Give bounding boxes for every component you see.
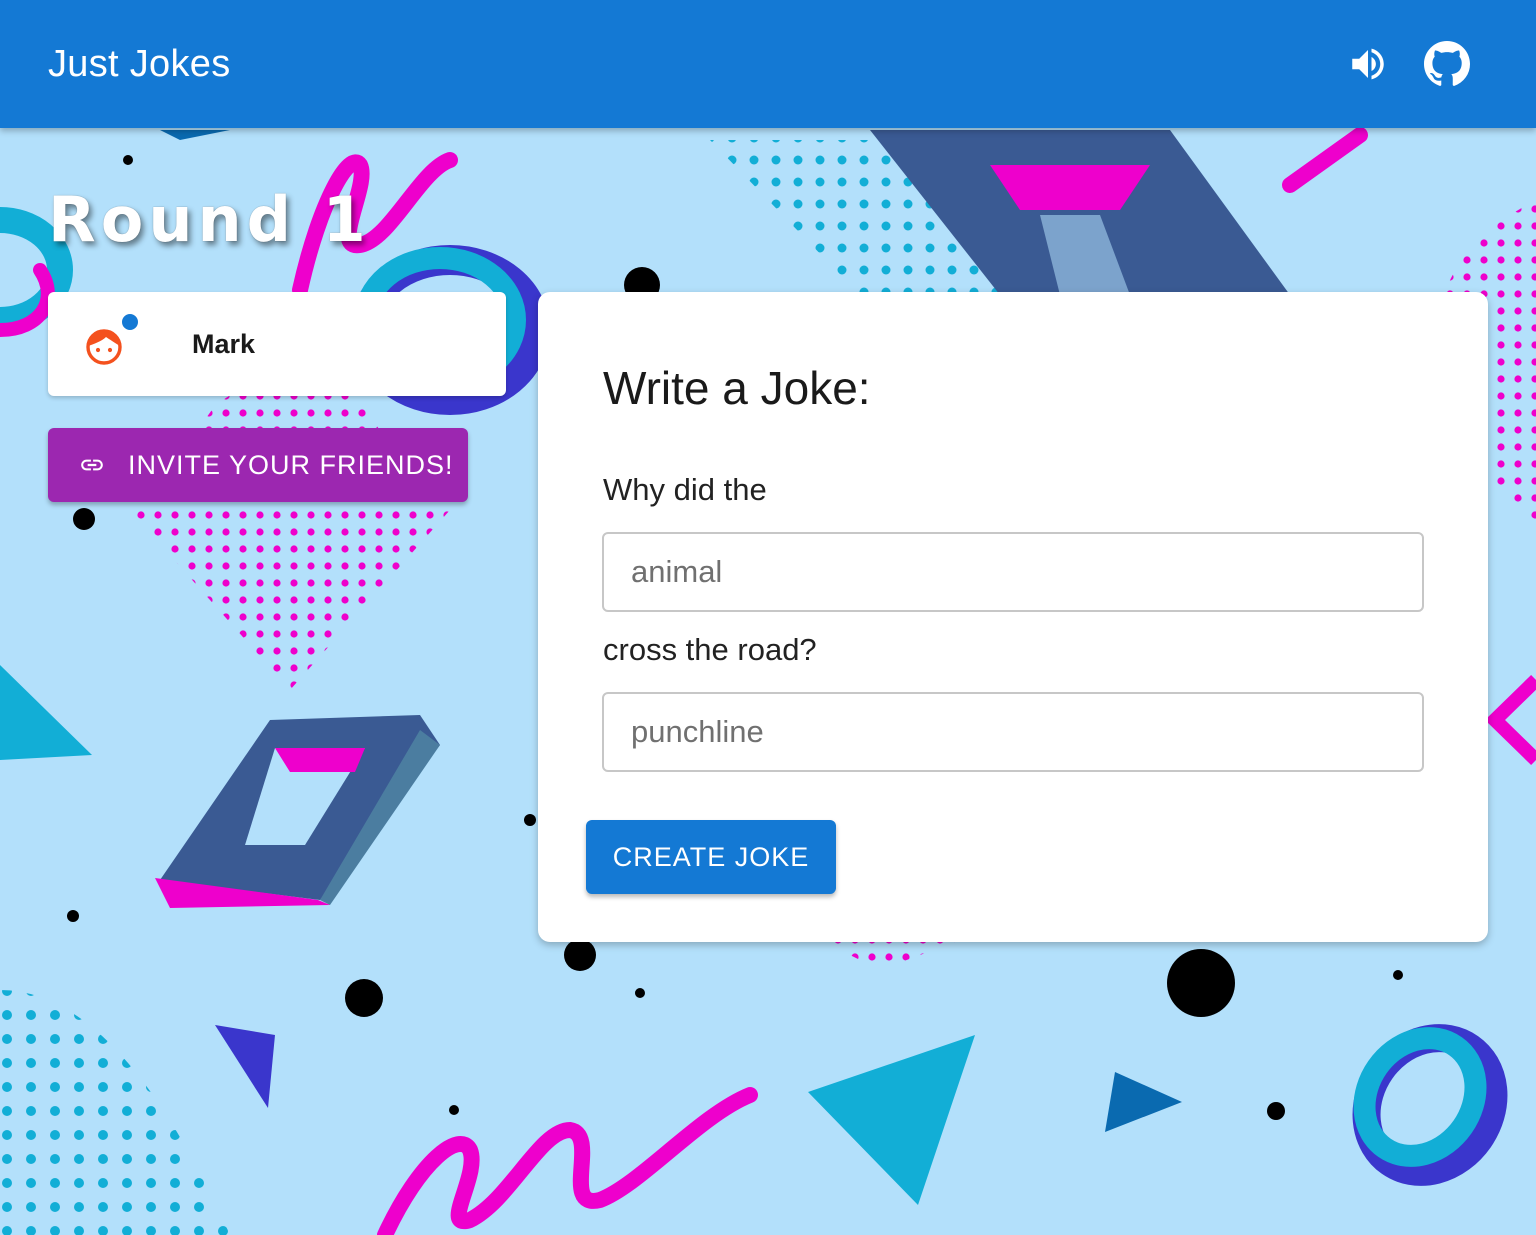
joke-prompt-middle: cross the road? bbox=[603, 632, 817, 667]
app-bar: Just Jokes bbox=[0, 0, 1536, 128]
subject-input[interactable] bbox=[602, 532, 1424, 612]
dot-shape bbox=[67, 910, 79, 922]
github-link-button[interactable] bbox=[1421, 38, 1473, 90]
player-card: Mark bbox=[48, 292, 506, 396]
link-icon bbox=[81, 459, 103, 471]
joke-prompt-start: Why did the bbox=[603, 472, 767, 507]
frame-shape bbox=[275, 748, 365, 772]
dot-shape bbox=[1267, 1102, 1285, 1120]
online-status-dot bbox=[120, 312, 140, 332]
joke-form-card: Write a Joke: Why did the cross the road… bbox=[538, 292, 1488, 942]
round-title: Round 1 bbox=[48, 183, 371, 256]
dot-shape bbox=[73, 508, 95, 530]
dot-shape bbox=[345, 979, 383, 1017]
player-name: Mark bbox=[192, 329, 256, 359]
app-title: Just Jokes bbox=[48, 43, 231, 85]
dot-shape bbox=[1393, 970, 1403, 980]
dot-shape bbox=[1167, 949, 1235, 1017]
create-joke-button[interactable]: CREATE JOKE bbox=[586, 820, 836, 894]
volume-icon bbox=[1352, 48, 1384, 80]
invite-friends-label: INVITE YOUR FRIENDS! bbox=[128, 450, 454, 480]
punchline-input[interactable] bbox=[602, 692, 1424, 772]
dot-shape bbox=[564, 939, 596, 971]
dot-shape bbox=[524, 814, 536, 826]
sound-toggle-button[interactable] bbox=[1342, 38, 1394, 90]
avatar bbox=[86, 329, 122, 365]
dot-shape bbox=[449, 1105, 459, 1115]
dot-shape bbox=[123, 155, 133, 165]
invite-friends-button[interactable]: INVITE YOUR FRIENDS! bbox=[48, 428, 468, 502]
dot-shape bbox=[635, 988, 645, 998]
joke-form-heading: Write a Joke: bbox=[603, 362, 871, 414]
github-icon bbox=[1424, 41, 1470, 86]
